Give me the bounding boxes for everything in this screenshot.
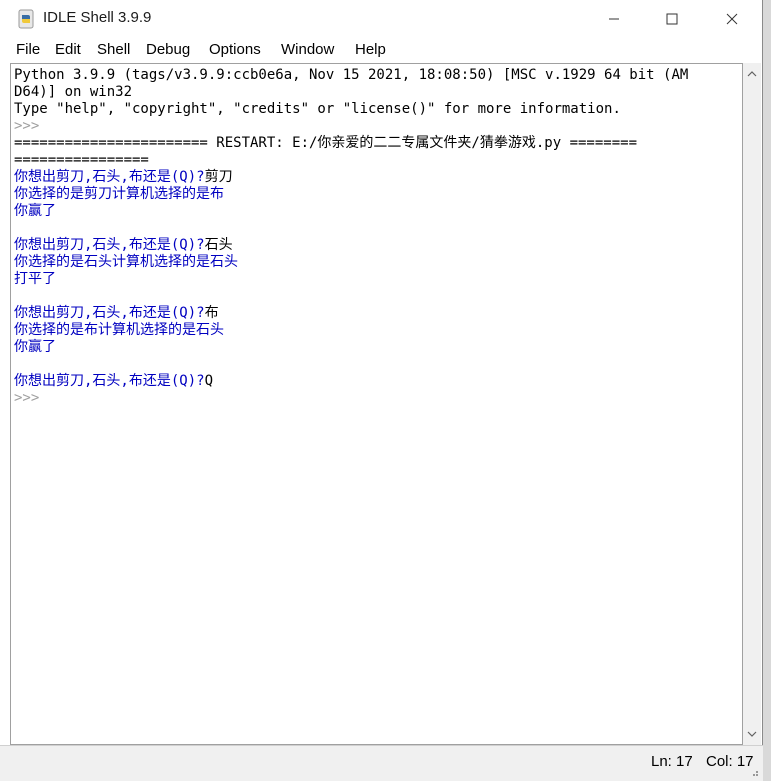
shell-line-text: Python 3.9.9 (tags/v3.9.9:ccb0e6a, Nov 1… — [14, 67, 689, 83]
vertical-scrollbar[interactable] — [743, 63, 761, 745]
shell-line-text: 你赢了 — [14, 339, 56, 355]
close-icon — [726, 13, 738, 25]
menu-debug[interactable]: Debug — [146, 41, 190, 58]
close-button[interactable] — [703, 0, 761, 38]
shell-line-text: 你选择的是布计算机选择的是石头 — [14, 322, 224, 338]
shell-line-text: D64)] on win32 — [14, 84, 133, 100]
user-input-text: 剪刀 — [204, 169, 233, 185]
user-input-text: 石头 — [204, 237, 233, 253]
shell-line-text: 你想出剪刀,石头,布还是(Q)? — [14, 373, 205, 389]
shell-line: 你赢了 — [14, 203, 56, 220]
resize-grip-icon[interactable] — [749, 767, 759, 777]
scroll-down-icon[interactable] — [747, 729, 757, 739]
shell-line: 你想出剪刀,石头,布还是(Q)?剪刀 — [14, 169, 233, 186]
maximize-icon — [666, 13, 678, 25]
shell-line: 你想出剪刀,石头,布还是(Q)?布 — [14, 305, 219, 322]
menu-edit[interactable]: Edit — [55, 41, 81, 58]
line-number-status: Ln: 17 — [651, 753, 693, 770]
shell-line-text: 你选择的是石头计算机选择的是石头 — [14, 254, 238, 270]
shell-line-text: 你想出剪刀,石头,布还是(Q)? — [14, 169, 205, 185]
menu-window[interactable]: Window — [281, 41, 334, 58]
shell-line: Python 3.9.9 (tags/v3.9.9:ccb0e6a, Nov 1… — [14, 67, 688, 84]
title-bar[interactable]: IDLE Shell 3.9.9 — [0, 0, 762, 38]
shell-line: 你选择的是石头计算机选择的是石头 — [14, 254, 238, 271]
column-number-status: Col: 17 — [706, 753, 754, 770]
shell-line: Type "help", "copyright", "credits" or "… — [14, 101, 621, 118]
menu-options[interactable]: Options — [209, 41, 261, 58]
window-title: IDLE Shell 3.9.9 — [43, 9, 152, 26]
shell-line-text: 你想出剪刀,石头,布还是(Q)? — [14, 237, 205, 253]
python-icon — [18, 9, 34, 29]
shell-prompt: >>> — [14, 118, 39, 135]
user-input-text: Q — [204, 373, 214, 389]
shell-text-area[interactable]: Python 3.9.9 (tags/v3.9.9:ccb0e6a, Nov 1… — [10, 63, 743, 745]
menu-help[interactable]: Help — [355, 41, 386, 58]
shell-line-text: ======================= RESTART: E:/你亲爱的… — [14, 135, 638, 151]
shell-line: 打平了 — [14, 271, 56, 288]
idle-shell-window: IDLE Shell 3.9.9 File Edit Shell Debug O… — [0, 0, 763, 781]
shell-line-text: >>> — [14, 118, 40, 134]
user-input-text: 布 — [204, 305, 219, 321]
shell-line: D64)] on win32 — [14, 84, 132, 101]
shell-line: 你选择的是剪刀计算机选择的是布 — [14, 186, 224, 203]
menu-shell[interactable]: Shell — [97, 41, 130, 58]
menu-bar: File Edit Shell Debug Options Window Hel… — [0, 38, 762, 62]
shell-prompt: >>> — [14, 390, 39, 407]
scroll-up-icon[interactable] — [747, 69, 757, 79]
shell-line: 你想出剪刀,石头,布还是(Q)?石头 — [14, 237, 233, 254]
shell-line-text: 打平了 — [14, 271, 56, 287]
menu-file[interactable]: File — [16, 41, 40, 58]
minimize-icon — [609, 18, 619, 20]
shell-line-text: 你想出剪刀,石头,布还是(Q)? — [14, 305, 205, 321]
shell-line: ================ — [14, 152, 149, 169]
shell-line-text: 你选择的是剪刀计算机选择的是布 — [14, 186, 224, 202]
maximize-button[interactable] — [643, 0, 701, 38]
shell-line: 你选择的是布计算机选择的是石头 — [14, 322, 224, 339]
shell-line-text: 你赢了 — [14, 203, 56, 219]
shell-line: 你想出剪刀,石头,布还是(Q)?Q — [14, 373, 213, 390]
shell-line: ======================= RESTART: E:/你亲爱的… — [14, 135, 637, 152]
shell-line: 你赢了 — [14, 339, 56, 356]
shell-line-text: ================ — [14, 152, 149, 168]
minimize-button[interactable] — [585, 0, 643, 38]
shell-line-text: Type "help", "copyright", "credits" or "… — [14, 101, 621, 117]
shell-line-text: >>> — [14, 390, 40, 406]
status-bar: Ln: 17 Col: 17 — [0, 745, 763, 781]
